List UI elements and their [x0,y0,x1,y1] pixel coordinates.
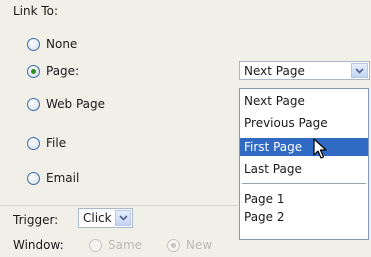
radio-none[interactable]: None [27,34,77,54]
dropdown-option-page-1[interactable]: Page 1 [240,190,368,208]
radio-window-same: Same [89,235,142,255]
radio-email-label: Email [46,171,80,185]
radio-email[interactable]: Email [27,168,79,188]
radio-window-new-label: New [186,238,213,252]
radio-none-label: None [46,37,78,51]
dropdown-option-next-page[interactable]: Next Page [240,92,368,110]
radio-button-disabled [167,238,180,252]
radio-button[interactable] [27,97,40,111]
radio-page[interactable]: Page: [27,61,79,81]
trigger-label: Trigger: [13,213,59,227]
trigger-select[interactable]: Click [78,208,133,228]
chevron-down-icon[interactable] [115,210,131,226]
radio-button[interactable] [27,37,40,51]
page-select-value: Next Page [244,64,305,78]
radio-window-same-label: Same [108,238,143,252]
window-label: Window: [13,238,64,252]
radio-web-page[interactable]: Web Page [27,94,105,114]
page-dropdown-list: Next Page Previous Page First Page Last … [239,88,369,240]
page-select[interactable]: Next Page [239,61,370,80]
radio-button-disabled [89,238,102,252]
radio-file-label: File [46,136,67,150]
dropdown-option-page-2[interactable]: Page 2 [240,208,368,226]
mouse-pointer-icon [313,138,327,163]
dropdown-option-last-page[interactable]: Last Page [240,160,368,178]
radio-file[interactable]: File [27,133,66,153]
trigger-select-value: Click [83,211,112,225]
radio-button[interactable] [27,171,40,185]
radio-page-label: Page: [46,64,80,78]
radio-button[interactable] [27,136,40,150]
link-to-label: Link To: [13,4,59,18]
dropdown-divider [242,183,366,184]
section-divider [0,205,239,206]
chevron-down-icon[interactable] [351,63,368,78]
dropdown-option-previous-page[interactable]: Previous Page [240,114,368,132]
radio-window-new: New [167,235,212,255]
radio-button-checked[interactable] [27,64,40,78]
radio-web-page-label: Web Page [46,97,106,111]
dropdown-option-first-page[interactable]: First Page [240,138,368,156]
